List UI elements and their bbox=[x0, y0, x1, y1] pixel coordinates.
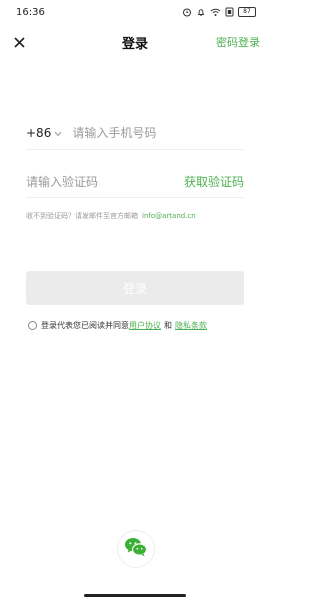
status-icons: 87 bbox=[182, 7, 256, 17]
nav-bar: 登录 密码登录 bbox=[0, 28, 270, 56]
screen-icon bbox=[225, 7, 234, 17]
get-code-button[interactable]: 获取验证码 bbox=[184, 173, 244, 190]
privacy-policy-link[interactable]: 隐私条款 bbox=[175, 320, 207, 331]
chevron-down-icon bbox=[54, 126, 62, 140]
bell-icon bbox=[196, 7, 206, 17]
home-indicator bbox=[84, 594, 186, 597]
battery-icon: 87 bbox=[238, 7, 256, 17]
help-email-link[interactable]: info@artand.cn bbox=[142, 212, 196, 220]
verification-code-input[interactable] bbox=[26, 174, 166, 189]
status-bar: 16:36 87 bbox=[0, 0, 270, 24]
agreement-and: 和 bbox=[164, 320, 172, 330]
alarm-icon bbox=[182, 7, 192, 17]
code-row: 获取验证码 bbox=[26, 166, 244, 198]
close-icon[interactable] bbox=[12, 35, 26, 49]
login-button[interactable]: 登录 bbox=[26, 271, 244, 305]
help-text: 收不到验证码？请发邮件至官方邮箱 info@artand.cn bbox=[26, 211, 244, 221]
phone-input[interactable] bbox=[72, 125, 223, 140]
wechat-login-button[interactable] bbox=[117, 530, 155, 568]
wechat-icon bbox=[124, 536, 148, 562]
agreement-radio[interactable] bbox=[28, 320, 37, 330]
wifi-icon bbox=[210, 7, 221, 17]
phone-row: +86 bbox=[26, 116, 244, 150]
user-agreement-link[interactable]: 用户协议 bbox=[129, 320, 161, 331]
status-time: 16:36 bbox=[16, 6, 45, 18]
agreement-prefix: 登录代表您已阅读并同意 bbox=[41, 320, 129, 330]
help-text-label: 收不到验证码？请发邮件至官方邮箱 bbox=[26, 212, 138, 220]
password-login-link[interactable]: 密码登录 bbox=[216, 34, 260, 50]
country-code-selector[interactable]: +86 bbox=[26, 126, 62, 140]
agreement-row: 登录代表您已阅读并同意 用户协议 和 隐私条款 bbox=[28, 318, 248, 332]
country-code-label: +86 bbox=[26, 125, 52, 140]
